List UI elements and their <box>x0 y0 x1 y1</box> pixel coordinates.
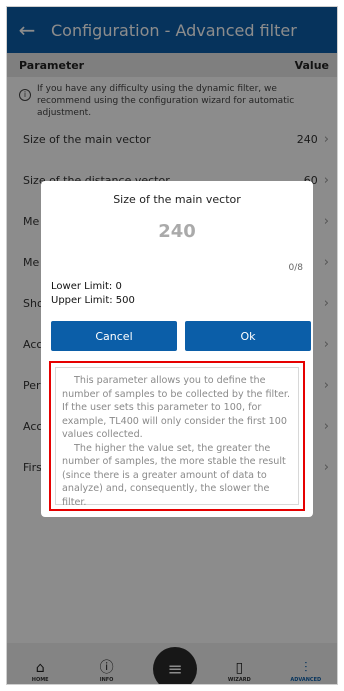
upper-limit: Upper Limit: 500 <box>51 295 135 306</box>
cancel-button[interactable]: Cancel <box>51 321 177 351</box>
edit-dialog: Size of the main vector 240 0/8 Lower Li… <box>41 181 313 517</box>
description-text-area: This parameter allows you to define the … <box>55 367 299 508</box>
description-paragraph-1: This parameter allows you to define the … <box>62 375 290 440</box>
app-frame: ← Configuration - Advanced filter Parame… <box>6 6 338 685</box>
description-highlight: This parameter allows you to define the … <box>49 361 305 511</box>
description-paragraph-2: The higher the value set, the greater th… <box>62 442 286 508</box>
ok-button[interactable]: Ok <box>185 321 311 351</box>
dialog-title: Size of the main vector <box>113 193 241 206</box>
value-input[interactable]: 240 <box>41 221 313 242</box>
lower-limit: Lower Limit: 0 <box>51 281 122 292</box>
char-counter: 0/8 <box>288 263 303 273</box>
